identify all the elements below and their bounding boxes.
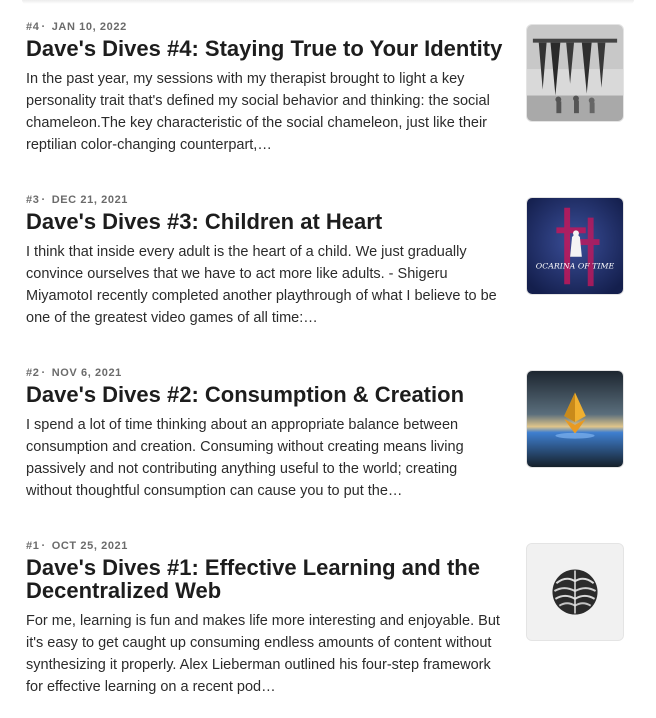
post-thumbnail[interactable]: OCARINA OF TIME [526,197,624,295]
post-excerpt: In the past year, my sessions with my th… [26,71,490,153]
post-number: #4 [26,21,40,33]
post-title[interactable]: Dave's Dives #1: Effective Learning and … [26,556,506,602]
previous-card-edge [22,0,634,4]
post-date: DEC 21, 2021 [51,194,129,206]
post-excerpt: I think that inside every adult is the h… [26,244,497,326]
thumbnail-caption: OCARINA OF TIME [536,262,615,271]
meta-separator: · [41,367,46,379]
post-date: JAN 10, 2022 [51,21,127,33]
post-number: #2 [26,367,40,379]
post-item[interactable]: #2 · NOV 6, 2021 Dave's Dives #2: Consumpt… [26,366,626,526]
post-thumbnail[interactable] [526,370,624,468]
post-number: #1 [26,540,40,552]
brain-sphere-icon [527,544,623,640]
post-thumbnail[interactable] [526,543,624,641]
post-thumbnail[interactable] [526,24,624,122]
post-excerpt: I spend a lot of time thinking about an … [26,417,464,499]
post-item[interactable]: #3 · DEC 21, 2021 Dave's Dives #3: Childre… [26,193,626,353]
ethereum-crystal-icon [527,371,623,467]
post-date: OCT 25, 2021 [51,540,128,552]
post-number: #3 [26,194,40,206]
meta-separator: · [41,540,46,552]
meta-separator: · [41,21,46,33]
post-item[interactable]: #4 · JAN 10, 2022 Dave's Dives #4: Staying… [26,20,626,180]
post-title[interactable]: Dave's Dives #4: Staying True to Your Id… [26,37,506,60]
post-title[interactable]: Dave's Dives #3: Children at Heart [26,210,506,233]
fishing-photo-icon [527,25,623,121]
post-title[interactable]: Dave's Dives #2: Consumption & Creation [26,383,506,406]
post-item[interactable]: #1 · OCT 25, 2021 Dave's Dives #1: Effecti… [26,539,626,699]
post-date: NOV 6, 2021 [51,367,122,379]
post-excerpt: For me, learning is fun and makes life m… [26,613,500,695]
ocarina-of-time-icon: OCARINA OF TIME [527,198,623,294]
meta-separator: · [41,194,46,206]
